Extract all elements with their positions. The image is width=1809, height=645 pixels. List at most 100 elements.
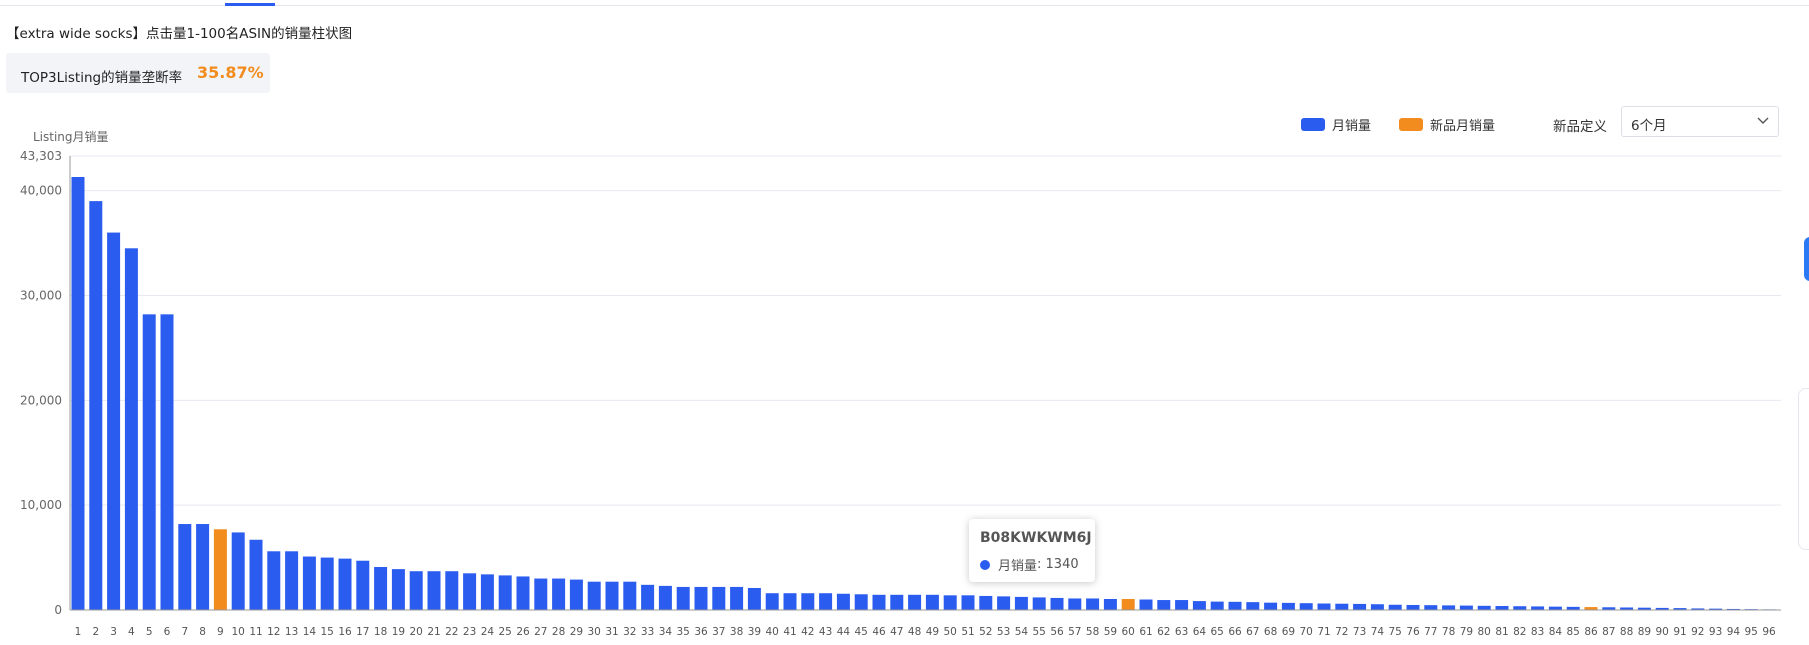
bar [534, 578, 548, 610]
x-tick-label: 89 [1638, 626, 1651, 638]
x-tick-label: 18 [374, 626, 387, 638]
y-tick-label: 43,303 [20, 149, 62, 163]
x-tick-label: 73 [1353, 626, 1366, 638]
x-tick-label: 85 [1567, 626, 1580, 638]
bar [142, 314, 156, 610]
x-tick-label: 74 [1371, 626, 1385, 638]
x-tick-label: 47 [890, 626, 903, 638]
x-tick-label: 90 [1656, 626, 1669, 638]
bar [1121, 598, 1135, 610]
side-panel-tab[interactable] [1804, 237, 1809, 281]
x-tick-label: 12 [267, 626, 280, 638]
bar [320, 557, 334, 610]
bar [641, 584, 655, 610]
x-tick-label: 16 [338, 626, 352, 638]
bar [427, 571, 441, 610]
x-tick-label: 56 [1050, 626, 1064, 638]
x-tick-label: 54 [1015, 626, 1029, 638]
x-tick-label: 31 [605, 626, 618, 638]
bar [160, 314, 174, 610]
bar [1495, 606, 1509, 610]
x-tick-label: 32 [623, 626, 636, 638]
bar [1477, 605, 1491, 610]
tooltip-value: 1340 [1045, 557, 1079, 572]
x-tick-label: 19 [392, 626, 405, 638]
x-tick-label: 94 [1727, 626, 1741, 638]
bar [552, 578, 566, 610]
bar [623, 581, 637, 610]
x-tick-label: 68 [1264, 626, 1277, 638]
bar [1264, 602, 1278, 610]
x-tick-label: 76 [1406, 626, 1420, 638]
bar [979, 595, 993, 610]
x-tick-label: 87 [1602, 626, 1615, 638]
x-tick-label: 44 [837, 626, 851, 638]
x-tick-label: 27 [534, 626, 547, 638]
bar [765, 593, 779, 610]
x-tick-label: 93 [1709, 626, 1722, 638]
bar [1299, 603, 1313, 610]
x-tick-label: 1 [75, 626, 82, 638]
bar [71, 176, 85, 610]
bar [285, 551, 299, 610]
bar [107, 232, 121, 610]
x-tick-label: 61 [1139, 626, 1152, 638]
bar [1317, 603, 1331, 610]
x-tick-label: 4 [128, 626, 135, 638]
x-tick-label: 95 [1745, 626, 1758, 638]
x-tick-label: 48 [908, 626, 921, 638]
bar [1014, 596, 1028, 610]
bar [231, 532, 245, 610]
x-tick-label: 80 [1478, 626, 1491, 638]
bar [908, 594, 922, 610]
bar [516, 576, 530, 610]
x-tick-label: 69 [1282, 626, 1295, 638]
x-tick-label: 78 [1442, 626, 1455, 638]
tooltip-separator: : [1037, 557, 1046, 572]
bar [872, 594, 886, 610]
x-tick-label: 13 [285, 626, 298, 638]
x-tick-label: 8 [199, 626, 206, 638]
x-tick-label: 57 [1068, 626, 1081, 638]
bar [249, 539, 263, 610]
x-tick-label: 59 [1104, 626, 1117, 638]
bar [1032, 597, 1046, 610]
x-tick-label: 23 [463, 626, 476, 638]
x-tick-label: 88 [1620, 626, 1633, 638]
bar [943, 595, 957, 610]
side-floating-panel[interactable] [1798, 388, 1809, 550]
chart-tooltip: B08KWKWM6J 月销量 : 1340 [969, 519, 1095, 582]
x-tick-label: 22 [445, 626, 458, 638]
x-tick-label: 92 [1691, 626, 1704, 638]
x-tick-label: 72 [1335, 626, 1348, 638]
x-tick-label: 33 [641, 626, 654, 638]
x-tick-label: 37 [712, 626, 725, 638]
bar [1228, 601, 1242, 610]
x-tick-label: 41 [783, 626, 796, 638]
bar [213, 529, 227, 610]
x-tick-label: 21 [427, 626, 440, 638]
bar [409, 571, 423, 610]
x-tick-label: 25 [499, 626, 512, 638]
bar [1424, 605, 1438, 610]
bar [1050, 597, 1064, 610]
bar [1068, 598, 1082, 610]
bar [480, 574, 494, 610]
x-tick-label: 63 [1175, 626, 1188, 638]
bar [1513, 606, 1527, 610]
bar [374, 567, 388, 610]
y-tick-label: 30,000 [20, 288, 62, 302]
bar [694, 586, 708, 610]
bar [783, 593, 797, 610]
bar [712, 586, 726, 610]
x-tick-label: 20 [410, 626, 423, 638]
x-tick-label: 17 [356, 626, 369, 638]
bar [178, 524, 192, 610]
x-tick-label: 11 [249, 626, 262, 638]
x-tick-label: 30 [588, 626, 601, 638]
bar [1459, 605, 1473, 610]
x-tick-label: 83 [1531, 626, 1544, 638]
bar [1548, 606, 1562, 610]
x-tick-label: 49 [926, 626, 939, 638]
bar [1086, 598, 1100, 610]
